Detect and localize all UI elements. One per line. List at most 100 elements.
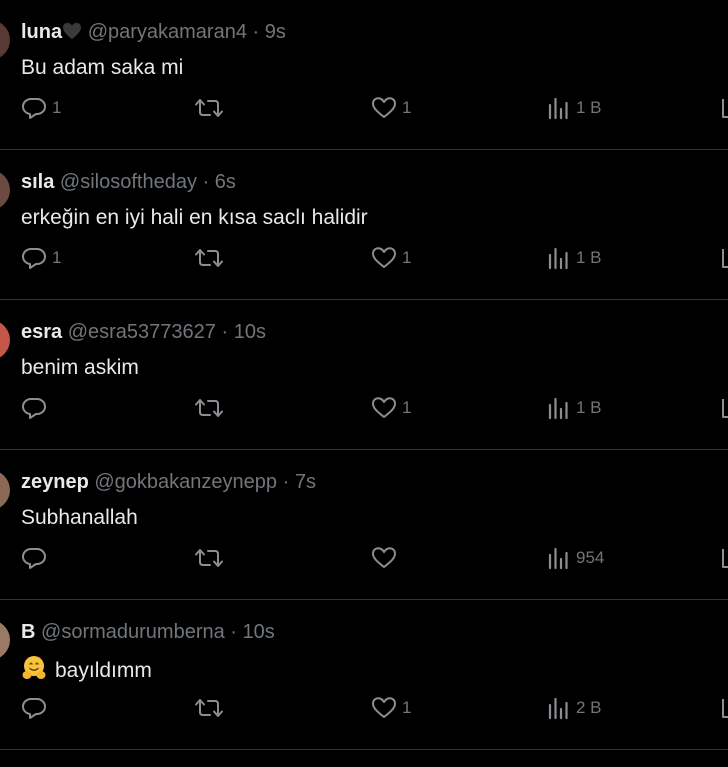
reply-button[interactable] [21,693,52,723]
timestamp[interactable]: 7s [295,471,316,493]
like-button[interactable]: 1 [371,393,411,423]
action-bar: 954 [0,543,728,573]
tweet[interactable]: zeynep @gokbakanzeynepp · 7s Subhanallah… [0,450,728,600]
user-handle[interactable]: @sormadurumberna [41,621,225,643]
share-button[interactable] [720,543,728,573]
user-handle[interactable]: @esra53773627 [68,321,216,343]
retweet-icon [195,699,223,717]
reply-count: 1 [52,98,62,117]
tweet[interactable]: sıla @silosoftheday · 6s erkeğin en iyi … [0,150,728,300]
share-button[interactable] [720,93,728,123]
heart-icon [372,547,396,568]
avatar[interactable] [0,620,10,660]
tweet-text: erkeğin en iyi hali en kısa saclı halidi… [21,206,368,229]
timestamp[interactable]: 6s [215,171,236,193]
action-bar: 1 1 1 B [0,243,728,273]
views-count: 1 B [576,248,602,267]
heart-icon [372,697,396,718]
black-heart-icon [62,22,82,43]
avatar[interactable] [0,470,10,510]
share-icon [722,399,728,418]
reply-icon [22,248,46,269]
timestamp[interactable]: 10s [243,621,275,643]
like-button[interactable]: 1 [371,243,411,273]
heart-icon [372,97,396,118]
timestamp[interactable]: 10s [234,321,266,343]
avatar[interactable] [0,170,10,210]
like-button[interactable] [371,543,402,573]
display-name[interactable]: B [21,621,35,643]
tweet-header: B @sormadurumberna · 10s [21,620,275,644]
like-count: 1 [402,398,412,417]
views-button[interactable]: 1 B [547,93,602,123]
retweet-icon [195,549,223,567]
display-name[interactable]: sıla [21,171,54,193]
retweet-button[interactable] [194,393,224,423]
views-icon [548,697,568,720]
action-bar: 1 1 1 B [0,93,728,123]
retweet-button[interactable] [194,543,224,573]
display-name[interactable]: esra [21,321,62,343]
share-icon [722,549,728,568]
display-name[interactable]: luna [21,21,62,43]
reply-feed: luna @paryakamaran4 · 9s Bu adam saka mi… [0,0,728,767]
tweet-header: zeynep @gokbakanzeynepp · 7s [21,470,316,494]
share-icon [722,699,728,718]
avatar[interactable] [0,20,10,60]
views-icon [548,97,568,120]
share-button[interactable] [720,243,728,273]
separator-dot: · [221,321,229,343]
user-handle[interactable]: @silosoftheday [60,171,197,193]
tweet-text: Bu adam saka mi [21,56,184,79]
hugging-face-icon [22,656,46,679]
user-handle[interactable]: @gokbakanzeynepp [94,471,277,493]
views-icon [548,247,568,270]
tweet[interactable]: luna @paryakamaran4 · 9s Bu adam saka mi… [0,0,728,150]
reply-button[interactable]: 1 [21,93,61,123]
share-button[interactable] [720,393,728,423]
tweet-text: Subhanallah [21,506,138,529]
views-count: 1 B [576,398,602,417]
views-count: 2 B [576,698,602,717]
retweet-icon [195,399,223,417]
separator-dot: · [202,171,210,193]
views-button[interactable]: 954 [547,543,604,573]
tweet[interactable]: B @sormadurumberna · 10s bayıldımm 1 2 B [0,600,728,750]
like-count: 1 [402,98,412,117]
tweet-header: luna @paryakamaran4 · 9s [21,20,286,45]
like-button[interactable]: 1 [371,93,411,123]
share-button[interactable] [720,693,728,723]
tweet-text: benim askim [21,356,139,379]
reply-button[interactable] [21,393,52,423]
separator-dot: · [282,471,290,493]
retweet-icon [195,99,223,117]
retweet-button[interactable] [194,243,224,273]
retweet-button[interactable] [194,93,224,123]
tweet-text: bayıldımm [55,659,152,682]
separator-dot: · [230,621,237,643]
avatar[interactable] [0,320,10,360]
views-button[interactable]: 1 B [547,243,602,273]
reply-count: 1 [52,248,62,267]
views-icon [548,397,568,420]
like-count: 1 [402,248,412,267]
heart-icon [372,247,396,268]
timestamp[interactable]: 9s [265,21,286,43]
views-button[interactable]: 1 B [547,393,602,423]
retweet-icon [195,249,223,267]
retweet-button[interactable] [194,693,224,723]
share-icon [722,249,728,268]
reply-icon [22,398,46,419]
like-button[interactable]: 1 [371,693,411,723]
reply-button[interactable] [21,543,52,573]
display-name[interactable]: zeynep [21,471,89,493]
tweet-header: esra @esra53773627 · 10s [21,320,266,344]
tweet[interactable]: esra @esra53773627 · 10s benim askim 1 1… [0,300,728,450]
like-count: 1 [402,698,412,717]
separator-dot: · [252,21,260,43]
user-handle[interactable]: @paryakamaran4 [88,21,247,43]
reply-button[interactable]: 1 [21,243,61,273]
reply-icon [22,698,46,719]
views-count: 1 B [576,98,602,117]
views-button[interactable]: 2 B [547,693,602,723]
